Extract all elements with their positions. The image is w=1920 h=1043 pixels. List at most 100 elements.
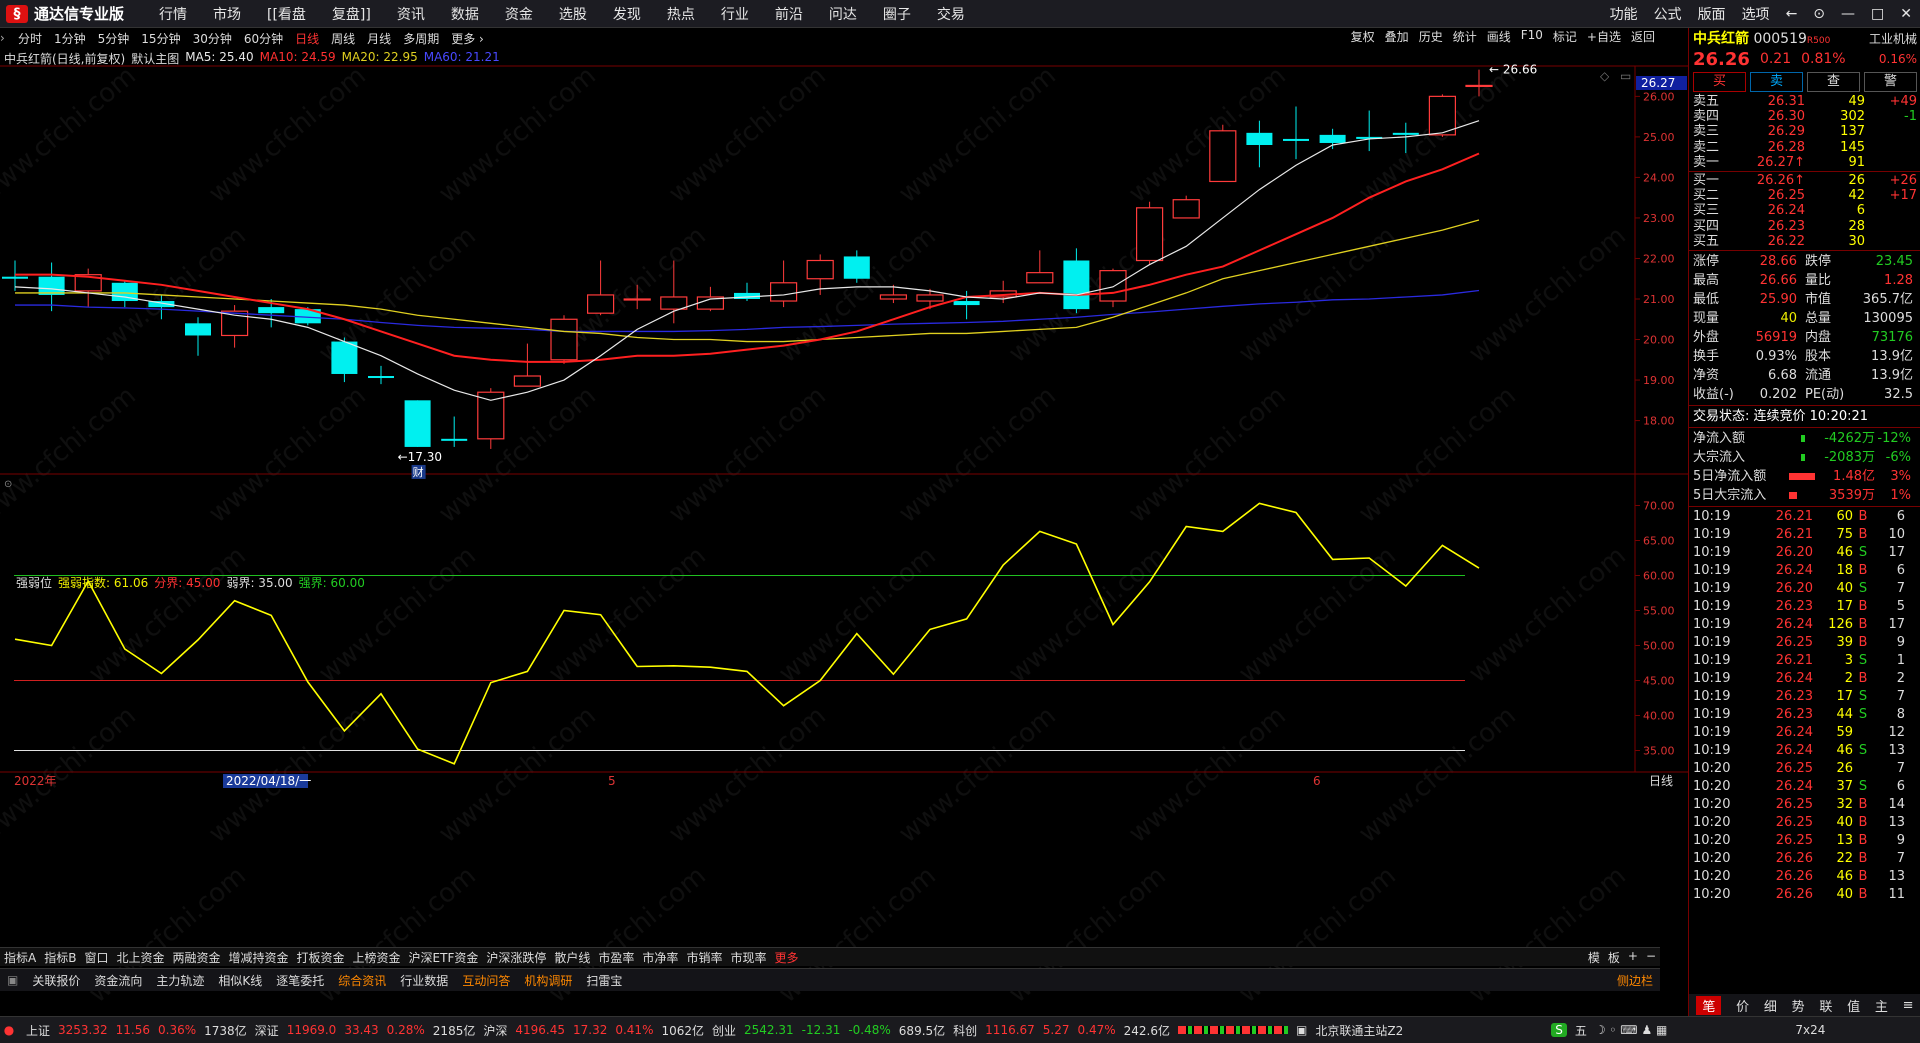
tab-bar-control-3[interactable]: − <box>1642 949 1660 966</box>
quote-tab-2[interactable]: 细 <box>1764 996 1777 1015</box>
indicator-tab-13[interactable]: 市销率 <box>682 949 726 966</box>
window-control-3[interactable]: 选项 <box>1734 4 1778 24</box>
window-control-2[interactable]: 版面 <box>1690 4 1734 24</box>
sidebar-toggle[interactable]: 侧边栏 <box>1610 970 1660 991</box>
period-tab-3[interactable]: 15分钟 <box>135 30 186 47</box>
flow-row[interactable]: 5日大宗流入 3539万 1% <box>1689 486 1920 505</box>
tab-bar-control-0[interactable]: 模 <box>1584 949 1604 966</box>
menu-item-14[interactable]: 交易 <box>924 4 978 24</box>
server-icon[interactable]: ▣ <box>1296 1023 1307 1037</box>
menu-item-5[interactable]: 数据 <box>438 4 492 24</box>
server-name[interactable]: 北京联通主站Z2 <box>1315 1022 1403 1039</box>
trade-button-1[interactable]: 卖 <box>1750 72 1803 92</box>
quote-tab-3[interactable]: 势 <box>1792 996 1805 1015</box>
info-tab-2[interactable]: 主力轨迹 <box>149 970 211 991</box>
menu-item-1[interactable]: 市场 <box>200 4 254 24</box>
period-tab-6[interactable]: 日线 <box>289 30 325 47</box>
trade-button-0[interactable]: 买 <box>1693 72 1746 92</box>
window-control-1[interactable]: 公式 <box>1646 4 1690 24</box>
hs-label[interactable]: 沪深 <box>483 1022 507 1039</box>
info-tab-6[interactable]: 行业数据 <box>393 970 455 991</box>
period-tab-9[interactable]: 多周期 <box>397 30 445 47</box>
indicator-tab-9[interactable]: 沪深涨跌停 <box>482 949 550 966</box>
indicator-tab-11[interactable]: 市盈率 <box>594 949 638 966</box>
tab-collapse-icon[interactable]: ▣ <box>0 971 25 989</box>
menu-item-8[interactable]: 发现 <box>600 4 654 24</box>
window-control-0[interactable]: 功能 <box>1602 4 1646 24</box>
window-control-7[interactable]: □ <box>1863 6 1892 22</box>
sell-level-1[interactable]: 卖四 26.30 302 -1 <box>1689 109 1920 124</box>
quote-tab-0[interactable]: 笔 <box>1696 995 1722 1015</box>
indicator-tab-8[interactable]: 沪深ETF资金 <box>405 949 483 966</box>
menu-item-13[interactable]: 圈子 <box>870 4 924 24</box>
indicator-toggle-icon[interactable]: ⊙ <box>4 479 12 490</box>
quote-tab-6[interactable]: 主 <box>1875 996 1888 1015</box>
sz-label[interactable]: 深证 <box>255 1022 279 1039</box>
info-tab-1[interactable]: 资金流向 <box>87 970 149 991</box>
ime-icon[interactable]: S <box>1551 1023 1567 1037</box>
window-control-5[interactable]: ⊙ <box>1805 6 1833 22</box>
kc-label[interactable]: 科创 <box>953 1022 977 1039</box>
buy-level-3[interactable]: 买四 26.23 28 <box>1689 219 1920 234</box>
info-tab-9[interactable]: 扫雷宝 <box>579 970 629 991</box>
period-tab-4[interactable]: 30分钟 <box>187 30 238 47</box>
menu-item-3[interactable]: 复盘]] <box>319 4 384 24</box>
menu-item-11[interactable]: 前沿 <box>762 4 816 24</box>
window-control-8[interactable]: ✕ <box>1892 6 1920 22</box>
info-tab-4[interactable]: 逐笔委托 <box>269 970 331 991</box>
quote-tab-4[interactable]: 联 <box>1819 996 1832 1015</box>
tool-button-1[interactable]: 叠加 <box>1380 28 1414 45</box>
period-tab-8[interactable]: 月线 <box>361 30 397 47</box>
flow-row[interactable]: 大宗流入 -2083万 -6% <box>1689 448 1920 467</box>
tool-button-4[interactable]: 画线 <box>1482 28 1516 45</box>
info-tab-3[interactable]: 相似K线 <box>211 970 269 991</box>
trade-button-2[interactable]: 查 <box>1807 72 1860 92</box>
period-tab-0[interactable]: 分时 <box>12 30 48 47</box>
quote-tab-5[interactable]: 值 <box>1847 996 1860 1015</box>
menu-item-9[interactable]: 热点 <box>654 4 708 24</box>
info-tab-7[interactable]: 互动问答 <box>455 970 517 991</box>
info-tab-8[interactable]: 机构调研 <box>517 970 579 991</box>
tool-button-5[interactable]: F10 <box>1516 28 1548 45</box>
buy-level-4[interactable]: 买五 26.22 30 <box>1689 234 1920 249</box>
indicator-tab-14[interactable]: 市现率 <box>726 949 770 966</box>
main-indicator-label[interactable]: 默认主图 <box>131 50 179 67</box>
sell-level-0[interactable]: 卖五 26.31 49 +49 <box>1689 94 1920 109</box>
menu-item-12[interactable]: 问达 <box>816 4 870 24</box>
tool-button-6[interactable]: 标记 <box>1548 28 1582 45</box>
indicator-tab-10[interactable]: 散户线 <box>550 949 594 966</box>
tool-button-7[interactable]: +自选 <box>1582 28 1626 45</box>
menu-item-6[interactable]: 资金 <box>492 4 546 24</box>
period-tab-5[interactable]: 60分钟 <box>238 30 289 47</box>
indicator-tab-15[interactable]: 更多 <box>770 949 802 966</box>
diamond-icon[interactable]: ◇ <box>1600 69 1610 83</box>
indicator-tab-2[interactable]: 窗口 <box>80 949 112 966</box>
indicator-tab-12[interactable]: 市净率 <box>638 949 682 966</box>
info-tab-0[interactable]: 关联报价 <box>25 970 87 991</box>
tab-bar-control-2[interactable]: + <box>1624 949 1642 966</box>
menu-item-0[interactable]: 行情 <box>146 4 200 24</box>
app-status-icon[interactable]: ● <box>0 1023 18 1037</box>
window-control-4[interactable]: ← <box>1778 6 1806 22</box>
menu-item-7[interactable]: 选股 <box>546 4 600 24</box>
menu-item-2[interactable]: [[看盘 <box>254 4 319 24</box>
ime-mode[interactable]: 五 <box>1575 1022 1587 1039</box>
sell-level-2[interactable]: 卖三 26.29 137 <box>1689 124 1920 139</box>
tab-bar-control-1[interactable]: 板 <box>1604 949 1624 966</box>
period-tab-10[interactable]: 更多 › <box>445 30 490 47</box>
tool-button-0[interactable]: 复权 <box>1346 28 1380 45</box>
buy-level-0[interactable]: 买一 26.26↑ 26 +26 <box>1689 173 1920 188</box>
kline-chart[interactable]: 26.2726.00 25.00 24.00 23.00 22.00 21.00 20.00… <box>0 48 1688 948</box>
news-clock[interactable]: 7x24 <box>1795 1023 1825 1037</box>
flow-row[interactable]: 净流入额 -4262万 -12% <box>1689 429 1920 448</box>
indicator-tab-0[interactable]: 指标A <box>0 949 40 966</box>
tool-button-8[interactable]: 返回 <box>1626 28 1660 45</box>
info-tab-5[interactable]: 综合资讯 <box>331 970 393 991</box>
cy-label[interactable]: 创业 <box>712 1022 736 1039</box>
indicator-tab-4[interactable]: 两融资金 <box>168 949 224 966</box>
sell-level-3[interactable]: 卖二 26.28 145 <box>1689 140 1920 155</box>
menu-item-4[interactable]: 资讯 <box>384 4 438 24</box>
panel-toggle-icon[interactable]: › <box>0 31 12 45</box>
industry-label[interactable]: 工业机械 <box>1869 30 1917 47</box>
buy-level-2[interactable]: 买三 26.24 6 <box>1689 203 1920 218</box>
